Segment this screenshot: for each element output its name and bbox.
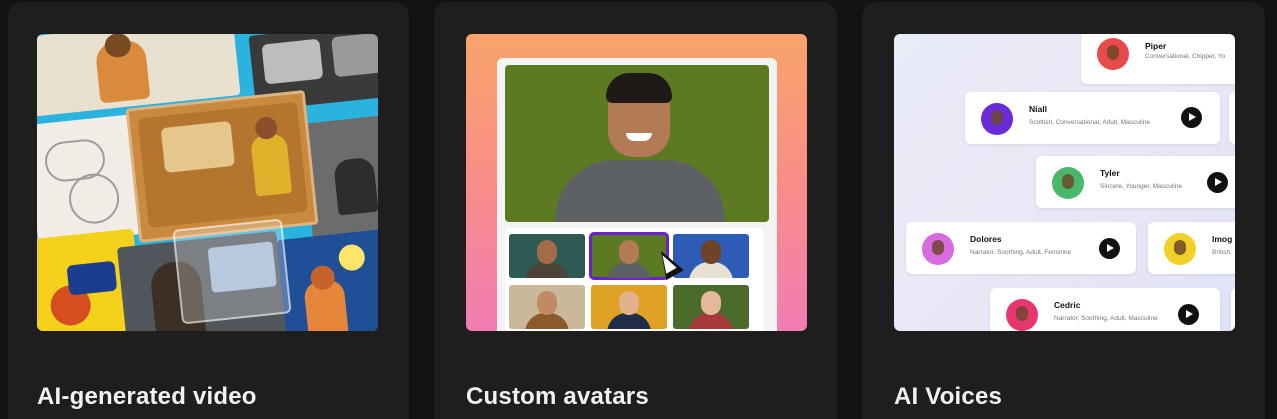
feature-card-ai-voices[interactable]: Piper Conversational, Chipper, Yo Niall … (862, 2, 1265, 419)
avatar-thumbnail[interactable] (673, 234, 749, 278)
feature-card-ai-video[interactable]: AI-generated video (8, 2, 409, 419)
feature-card-custom-avatars[interactable]: Custom avatars (434, 2, 837, 419)
voice-tags: Scottish, Conversational, Adult, Masculi… (1029, 119, 1151, 126)
avatar-thumbnail[interactable] (509, 234, 585, 278)
avatar (981, 103, 1013, 135)
card-title: AI-generated video (37, 383, 257, 410)
voice-item-partial (1231, 288, 1235, 331)
ai-voices-preview-image: Piper Conversational, Chipper, Yo Niall … (894, 34, 1235, 331)
card-title: AI Voices (894, 383, 1003, 410)
painted-train-panel (125, 89, 319, 244)
voice-item-piper[interactable]: Piper Conversational, Chipper, Yo (1081, 34, 1235, 84)
voice-tags: British, (1212, 249, 1232, 256)
voice-tags: Narrator, Soothing, Adult, Feminine (970, 249, 1072, 256)
selected-avatar-preview (505, 65, 769, 222)
avatar-thumbnail[interactable] (591, 285, 667, 329)
voice-item-dolores[interactable]: Dolores Narrator, Soothing, Adult, Femin… (906, 222, 1136, 274)
night-illustration-panel (276, 228, 378, 331)
avatar-thumbnail-grid (505, 228, 763, 331)
avatar (1164, 233, 1196, 265)
voice-tags: Sincere, Younger, Masculine (1100, 183, 1183, 190)
voice-name: Imog (1212, 234, 1233, 244)
voice-item-niall[interactable]: Niall Scottish, Conversational, Adult, M… (965, 92, 1220, 144)
voice-name: Niall (1029, 104, 1047, 114)
play-icon[interactable] (1178, 304, 1199, 325)
voices-background: Piper Conversational, Chipper, Yo Niall … (894, 34, 1235, 331)
glass-overlay (172, 218, 292, 325)
avatar-thumbnail[interactable] (509, 285, 585, 329)
avatar (922, 233, 954, 265)
play-icon[interactable] (1099, 238, 1120, 259)
voice-item-imogen[interactable]: Imog British, (1148, 222, 1235, 274)
voice-item-partial (1229, 92, 1235, 144)
train-illustration-collage (37, 34, 378, 331)
voice-name: Dolores (970, 234, 1002, 244)
ai-video-preview-image (37, 34, 378, 331)
play-icon[interactable] (1207, 172, 1228, 193)
voice-item-cedric[interactable]: Cedric Narrator, Soothing, Adult, Mascul… (990, 288, 1220, 331)
gradient-background (466, 34, 807, 331)
avatar (1052, 167, 1084, 199)
voice-tags: Conversational, Chipper, Yo (1145, 53, 1226, 60)
voice-item-tyler[interactable]: Tyler Sincere, Younger, Masculine (1036, 156, 1235, 208)
avatar-thumbnail[interactable] (673, 285, 749, 329)
voice-tags: Narrator, Soothing, Adult, Masculine (1054, 315, 1158, 322)
play-icon[interactable] (1181, 107, 1202, 128)
avatar-app-frame (497, 58, 777, 331)
avatar (1006, 299, 1038, 331)
avatar (1097, 38, 1129, 70)
voice-name: Piper (1145, 41, 1167, 51)
card-title: Custom avatars (466, 383, 649, 410)
voice-name: Cedric (1054, 300, 1081, 310)
voice-name: Tyler (1100, 168, 1120, 178)
custom-avatars-preview-image (466, 34, 807, 331)
